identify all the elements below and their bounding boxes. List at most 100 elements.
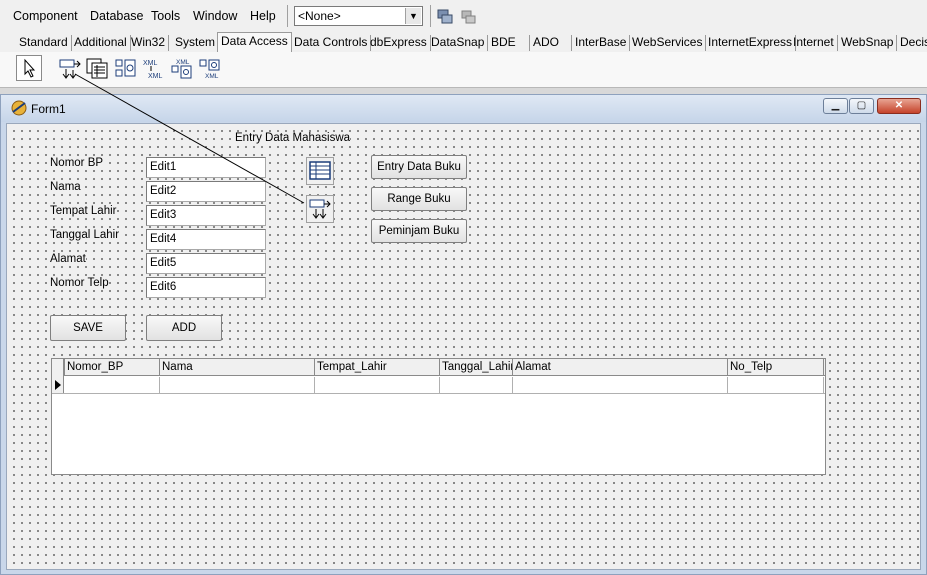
grid-column-tempat-lahir[interactable]: Tempat_Lahir <box>315 359 440 376</box>
form-client-area[interactable]: Entry Data Mahasiswa Nomor BP Nama Tempa… <box>6 123 921 570</box>
menu-tools[interactable]: Tools <box>151 9 180 23</box>
chevron-down-icon[interactable]: ▼ <box>405 8 421 24</box>
grid-header: Nomor_BP Nama Tempat_Lahir Tanggal_Lahir… <box>52 359 825 376</box>
label-nama: Nama <box>50 181 81 193</box>
datasource-component[interactable] <box>306 195 334 223</box>
clientdataset-icon <box>309 161 331 180</box>
tab-websnap[interactable]: WebSnap <box>838 35 898 51</box>
tab-additional[interactable]: Additional <box>71 35 131 51</box>
xmltransform-icon: XML XML <box>143 60 163 80</box>
minimize-icon: ▁ <box>831 100 840 111</box>
grid-column-nomor-bp[interactable]: Nomor_BP <box>65 359 160 376</box>
tab-data-controls[interactable]: Data Controls <box>291 35 372 51</box>
data-grid[interactable]: Nomor_BP Nama Tempat_Lahir Tanggal_Lahir… <box>51 358 826 475</box>
palette-xmltransform[interactable]: XML XML <box>140 55 166 81</box>
minimize-button[interactable]: ▁ <box>823 98 848 114</box>
grid-column-tanggal-lahir[interactable]: Tanggal_Lahir <box>440 359 513 376</box>
svg-text:XML: XML <box>205 73 219 80</box>
tab-standard[interactable]: Standard <box>16 35 72 51</box>
palette-clientdataset[interactable] <box>84 55 110 81</box>
palette-xmltransformprovider[interactable]: XML <box>168 55 194 81</box>
palette-tabs: Standard Additional Win32 System Data Ac… <box>0 32 927 52</box>
grid-cell[interactable] <box>160 377 315 394</box>
close-button[interactable]: ✕ <box>877 98 921 114</box>
edit-nomor-bp-text: Edit1 <box>150 161 177 173</box>
tab-win32[interactable]: Win32 <box>128 35 170 51</box>
grid-column-nama[interactable]: Nama <box>160 359 315 376</box>
maximize-button[interactable]: ▢ <box>849 98 874 114</box>
clientdataset-icon <box>86 58 108 79</box>
tab-webservices[interactable]: WebServices <box>629 35 707 51</box>
xmltransformclient-icon: XML <box>199 59 220 80</box>
edit-alamat[interactable]: Edit5 <box>146 253 266 274</box>
label-nomor-bp: Nomor BP <box>50 157 104 169</box>
range-buku-button[interactable]: Range Buku <box>371 187 467 211</box>
menu-help[interactable]: Help <box>250 9 276 23</box>
form-titlebar[interactable]: Form1 ▁ ▢ ✕ <box>1 95 926 122</box>
menu-database[interactable]: Database <box>90 9 144 23</box>
form-heading: Entry Data Mahasiswa <box>235 132 351 144</box>
label-nomor-telp: Nomor Telp <box>50 277 109 289</box>
close-icon: ✕ <box>894 100 904 111</box>
datasource-icon <box>59 59 81 79</box>
edit-nomor-telp[interactable]: Edit6 <box>146 277 266 298</box>
tab-interbase[interactable]: InterBase <box>572 35 631 51</box>
add-button[interactable]: ADD <box>146 315 222 341</box>
grid-column-no-telp[interactable]: No_Telp <box>728 359 824 376</box>
grid-column-alamat[interactable]: Alamat <box>513 359 728 376</box>
edit-tempat-lahir[interactable]: Edit3 <box>146 205 266 226</box>
label-alamat: Alamat <box>50 253 86 265</box>
desktop-combo[interactable]: <None> ▼ <box>294 6 423 26</box>
maximize-icon: ▢ <box>856 100 867 111</box>
tab-data-access[interactable]: Data Access <box>217 32 292 52</box>
edit-tanggal-lahir[interactable]: Edit4 <box>146 229 266 250</box>
svg-text:XML: XML <box>143 60 158 67</box>
tab-datasnap[interactable]: DataSnap <box>428 35 489 51</box>
save-desktop-icon[interactable] <box>436 7 454 25</box>
tab-internet[interactable]: Internet <box>790 35 838 51</box>
edit-alamat-text: Edit5 <box>150 257 177 269</box>
grid-cell[interactable] <box>315 377 440 394</box>
delphi-app-icon <box>11 100 27 116</box>
edit-tempat-lahir-text: Edit3 <box>150 209 177 221</box>
pointer-arrow-icon <box>24 58 36 78</box>
form-window: Form1 ▁ ▢ ✕ Entry Data Mahasiswa Nomor B… <box>0 94 927 575</box>
save-button[interactable]: SAVE <box>50 315 126 341</box>
label-tanggal-lahir: Tanggal Lahir <box>50 229 120 241</box>
palette-pointer[interactable] <box>16 55 42 81</box>
palette-datasetprovider[interactable] <box>112 55 138 81</box>
svg-text:XML: XML <box>148 73 163 80</box>
grid-cell[interactable] <box>513 377 728 394</box>
table-row[interactable] <box>52 377 825 394</box>
tab-internetexpress[interactable]: InternetExpress <box>705 35 797 51</box>
tab-dbexpress[interactable]: dbExpress <box>367 35 431 51</box>
menu-component[interactable]: Component <box>13 9 78 23</box>
form-title: Form1 <box>31 102 66 116</box>
clientdataset-component[interactable] <box>306 157 334 185</box>
edit-nama[interactable]: Edit2 <box>146 181 266 202</box>
tab-system[interactable]: System <box>172 35 220 51</box>
grid-cell[interactable] <box>440 377 513 394</box>
label-tempat-lahir: Tempat Lahir <box>50 205 117 217</box>
component-palette: XML XML XML XML <box>0 52 927 88</box>
datasource-icon <box>309 199 331 219</box>
ide-menubar: Component Database Tools Window Help <No… <box>0 0 927 32</box>
edit-nomor-bp[interactable]: Edit1 <box>146 157 266 178</box>
debug-desktop-icon[interactable] <box>459 7 477 25</box>
entry-data-buku-button[interactable]: Entry Data Buku <box>371 155 467 179</box>
edit-tanggal-lahir-text: Edit4 <box>150 233 177 245</box>
peminjam-buku-button[interactable]: Peminjam Buku <box>371 219 467 243</box>
menu-window[interactable]: Window <box>193 9 237 23</box>
edit-nama-text: Edit2 <box>150 185 177 197</box>
datasetprovider-icon <box>115 59 136 77</box>
palette-xmltransformclient[interactable]: XML <box>196 55 222 81</box>
svg-text:XML: XML <box>176 59 190 66</box>
tab-decis[interactable]: Decis <box>897 35 927 51</box>
palette-datasource[interactable] <box>56 55 82 81</box>
desktop-combo-value: <None> <box>298 9 341 23</box>
tab-bde[interactable]: BDE <box>488 35 530 51</box>
tab-ado[interactable]: ADO <box>530 35 572 51</box>
grid-cell[interactable] <box>728 377 824 394</box>
grid-cell[interactable] <box>65 377 160 394</box>
edit-nomor-telp-text: Edit6 <box>150 281 177 293</box>
